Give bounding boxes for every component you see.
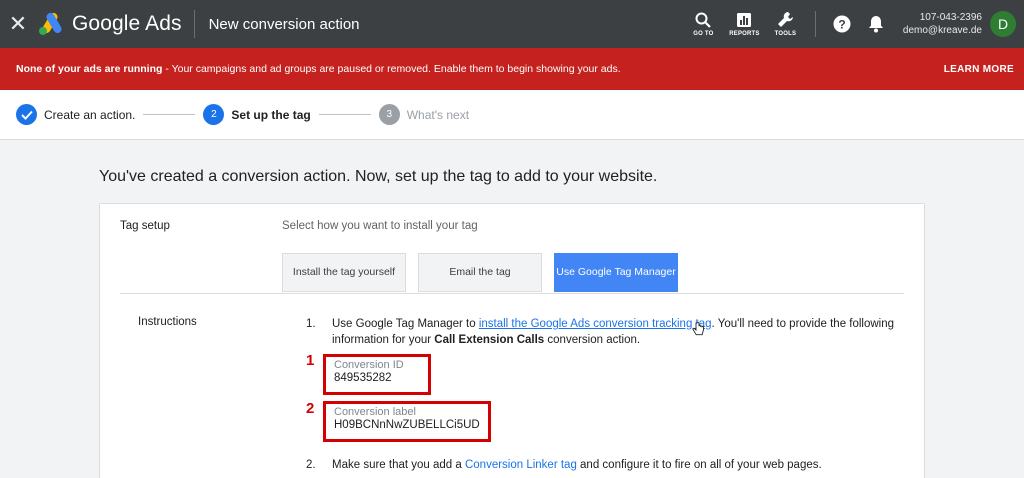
tab-google-tag-manager[interactable]: Use Google Tag Manager (554, 253, 678, 292)
goto-button[interactable]: GO TO (683, 12, 724, 37)
goto-label: GO TO (693, 30, 714, 37)
account-id: 107-043-2396 (919, 12, 982, 23)
step-number: 3 (378, 104, 400, 125)
tag-setup-card: Tag setup Select how you want to install… (99, 203, 925, 478)
step1-pre-text: Use Google Tag Manager to (332, 318, 479, 330)
progress-stepper: Create an action. 2 Set up the tag 3 Wha… (0, 90, 1024, 140)
instruction-step-1: 1. Use Google Tag Manager to install the… (306, 316, 896, 348)
tab-email-tag[interactable]: Email the tag (418, 253, 542, 292)
install-tag-link[interactable]: install the Google Ads conversion tracki… (479, 318, 712, 330)
marker-1: 1 (306, 352, 315, 369)
reports-button[interactable]: REPORTS (724, 12, 765, 37)
tools-button[interactable]: TOOLS (765, 11, 806, 37)
account-info[interactable]: 107-043-2396 demo@kreave.de (903, 11, 982, 37)
search-icon (695, 12, 712, 28)
step2-post-text: and configure it to fire on all of your … (576, 459, 822, 471)
conversion-label-value[interactable]: H09BCNnNwZUBELLCi5UD (334, 419, 480, 431)
conversion-linker-link[interactable]: Conversion Linker tag (465, 459, 577, 471)
reports-label: REPORTS (729, 30, 760, 37)
step-number: 2. (306, 459, 316, 471)
tag-setup-label: Tag setup (120, 220, 170, 232)
banner-bold-text: None of your ads are running (16, 63, 163, 75)
conversion-label-field[interactable]: Conversion label H09BCNnNwZUBELLCi5UD (323, 401, 491, 442)
instructions-list: 1. Use Google Tag Manager to install the… (306, 316, 896, 348)
conversion-id-label: Conversion ID (334, 359, 404, 371)
close-icon[interactable]: ✕ (0, 0, 36, 48)
hand-cursor-icon (692, 322, 704, 336)
bell-icon (868, 16, 883, 33)
step-label: Create an action. (44, 107, 136, 122)
step-number: 2 (203, 104, 225, 125)
header-divider (193, 10, 195, 38)
step-connector (143, 114, 196, 115)
avatar[interactable]: D (990, 11, 1016, 37)
learn-more-link[interactable]: LEARN MORE (944, 64, 1014, 75)
top-bar: ✕ Google Ads New conversion action GO TO… (0, 0, 1024, 48)
step1-post-text: conversion action. (544, 334, 641, 346)
conversion-id-field[interactable]: Conversion ID 849535282 (323, 354, 431, 395)
page-headline: You've created a conversion action. Now,… (99, 168, 658, 185)
reports-icon (737, 12, 752, 27)
step-setup-tag[interactable]: 2 Set up the tag (203, 104, 311, 125)
brand-name: Google Ads (72, 12, 182, 35)
google-ads-logo-icon (38, 12, 64, 36)
step-create-action[interactable]: Create an action. (16, 104, 135, 125)
checkmark-icon (16, 104, 37, 125)
warning-banner: None of your ads are running - Your camp… (0, 48, 1024, 90)
banner-text: - Your campaigns and ad groups are pause… (162, 63, 621, 75)
step-connector (318, 114, 371, 115)
instruction-step-2: 2. Make sure that you add a Conversion L… (306, 457, 896, 473)
tab-install-yourself[interactable]: Install the tag yourself (282, 253, 406, 292)
step-whats-next: 3 What's next (378, 104, 470, 125)
conversion-label-label: Conversion label (334, 406, 416, 418)
instructions-label: Instructions (138, 316, 197, 328)
marker-2: 2 (306, 400, 315, 417)
tag-setup-description: Select how you want to install your tag (282, 220, 478, 232)
help-icon: ? (833, 15, 851, 33)
notifications-button[interactable] (859, 15, 893, 33)
account-email: demo@kreave.de (902, 25, 982, 36)
step-label: What's next (406, 107, 470, 122)
step-label: Set up the tag (231, 107, 311, 122)
tools-label: TOOLS (774, 31, 797, 37)
page-title: New conversion action (208, 15, 360, 33)
help-button[interactable]: ? (825, 15, 859, 33)
install-method-tabs: Install the tag yourself Email the tag U… (282, 253, 690, 292)
conversion-id-value[interactable]: 849535282 (334, 372, 420, 384)
card-divider (120, 293, 904, 294)
conversion-action-name: Call Extension Calls (434, 334, 545, 346)
wrench-icon (777, 12, 793, 27)
svg-text:?: ? (838, 18, 845, 32)
header-tools: GO TO REPORTS TOOLS ? 107-043-2396 demo@… (683, 0, 1024, 48)
tools-divider (814, 11, 816, 37)
step-number: 1. (306, 318, 316, 330)
step2-pre-text: Make sure that you add a (332, 459, 465, 471)
